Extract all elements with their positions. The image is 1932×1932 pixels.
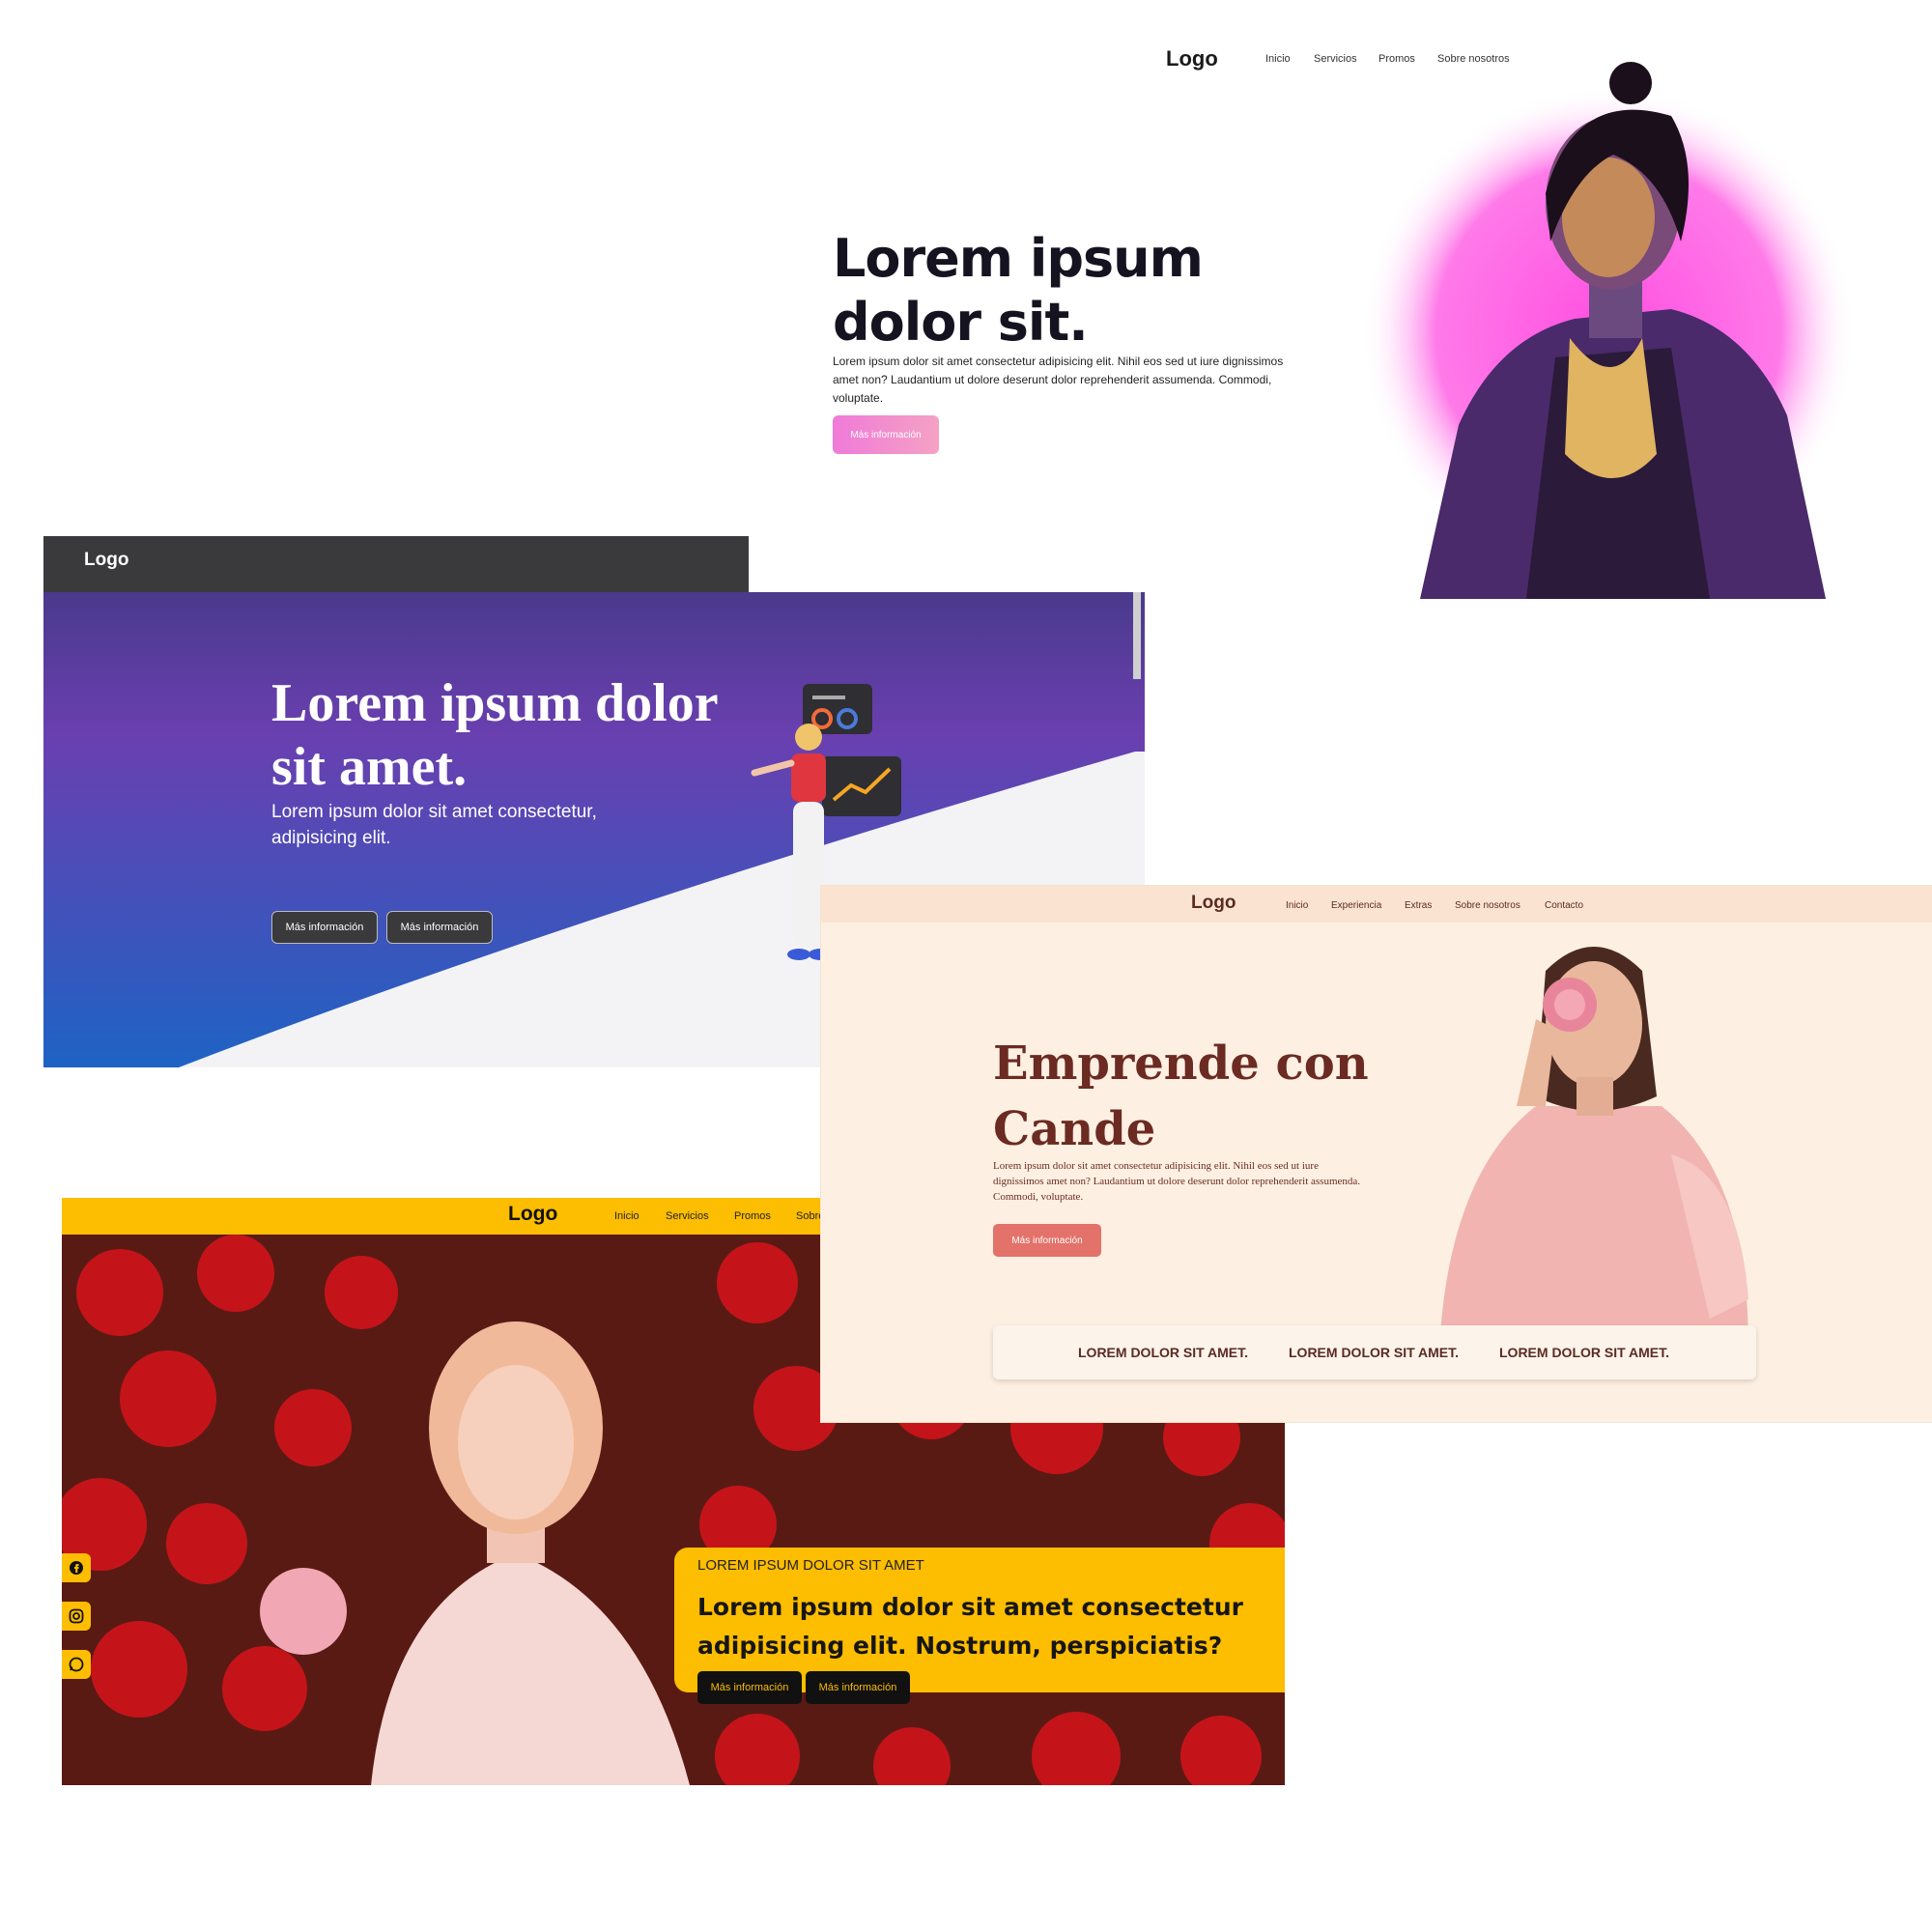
- hero-paragraph: Lorem ipsum dolor sit amet consectetur a…: [833, 355, 1284, 405]
- top-bar: [43, 536, 749, 592]
- nav-link-sobre-nosotros[interactable]: Sobre nosotros: [1437, 53, 1510, 65]
- more-info-button-2[interactable]: Más información: [806, 1671, 910, 1704]
- nav-link-inicio[interactable]: Inicio: [1265, 53, 1291, 65]
- more-info-button[interactable]: Más información: [833, 415, 939, 454]
- feature-item-3: LOREM DOLOR SIT AMET.: [1499, 1345, 1670, 1360]
- nav-link-promos[interactable]: Promos: [734, 1210, 771, 1222]
- hero-headline: Lorem ipsum dolor sit amet.: [271, 673, 718, 797]
- logo[interactable]: Logo: [1166, 46, 1218, 71]
- more-info-button[interactable]: Más información: [993, 1224, 1101, 1257]
- nav-link-contacto[interactable]: Contacto: [1545, 900, 1583, 911]
- nav-link-inicio[interactable]: Inicio: [1286, 900, 1308, 911]
- facebook-icon[interactable]: [62, 1553, 91, 1582]
- nav-link-sobre-nosotros[interactable]: Sobre nosotros: [1455, 900, 1520, 911]
- hero-subtitle: Lorem ipsum dolor sit amet consectetur, …: [271, 802, 597, 848]
- nav-link-inicio[interactable]: Inicio: [614, 1210, 639, 1222]
- scrollbar[interactable]: [1133, 592, 1141, 679]
- hero-paragraph: Lorem ipsum dolor sit amet consectetur a…: [993, 1160, 1361, 1203]
- whatsapp-icon[interactable]: [62, 1650, 91, 1679]
- more-info-button-1[interactable]: Más información: [697, 1671, 802, 1704]
- hero-headline: Lorem ipsum dolor sit.: [833, 228, 1204, 353]
- instagram-icon[interactable]: [62, 1602, 91, 1631]
- woman-with-flower-image: [1439, 947, 1748, 1348]
- hero-headline: Emprende con Cande: [993, 1037, 1369, 1156]
- feature-strip: LOREM DOLOR SIT AMET. LOREM DOLOR SIT AM…: [993, 1325, 1756, 1379]
- feature-item-2: LOREM DOLOR SIT AMET.: [1289, 1345, 1460, 1360]
- nav-link-servicios[interactable]: Servicios: [666, 1210, 709, 1222]
- nav-link-promos[interactable]: Promos: [1378, 53, 1415, 65]
- nav-link-extras[interactable]: Extras: [1405, 900, 1432, 911]
- feature-item-1: LOREM DOLOR SIT AMET.: [1078, 1345, 1249, 1360]
- more-info-button-1[interactable]: Más información: [271, 911, 378, 944]
- hero-card-white: Logo Inicio Servicios Promos Sobre nosot…: [821, 29, 1922, 599]
- more-info-button-2[interactable]: Más información: [386, 911, 493, 944]
- hero-card-cream: Logo Inicio Experiencia Extras Sobre nos…: [821, 886, 1932, 1422]
- hero-title: Lorem ipsum dolor sit amet consectetur a…: [697, 1593, 1243, 1660]
- nav-link-experiencia[interactable]: Experiencia: [1331, 900, 1381, 911]
- logo[interactable]: Logo: [1191, 893, 1236, 914]
- nav-link-sobre[interactable]: Sobre: [796, 1210, 824, 1222]
- nav-link-servicios[interactable]: Servicios: [1314, 53, 1357, 65]
- logo[interactable]: Logo: [508, 1203, 557, 1226]
- logo[interactable]: Logo: [84, 550, 128, 571]
- woman-portrait-image: [1420, 62, 1826, 599]
- hero-kicker: LOREM IPSUM DOLOR SIT AMET: [697, 1557, 924, 1574]
